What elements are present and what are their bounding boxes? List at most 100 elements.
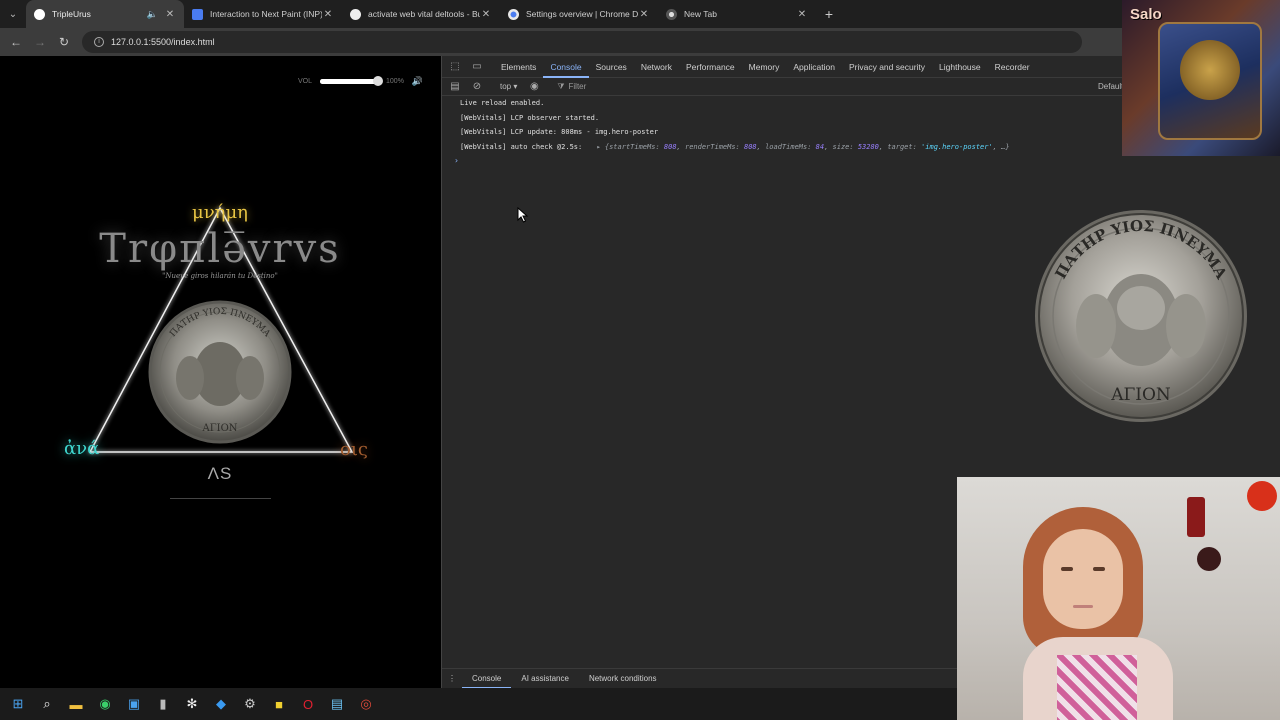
speaker-icon[interactable]: 🔈 [147,9,158,20]
word-ana: ἀνά [64,438,100,459]
console-message: [WebVitals] LCP observer started. [460,113,600,122]
devtools-tab-privacy[interactable]: Privacy and security [842,56,932,78]
object-key: , …} [992,142,1010,151]
eye-icon[interactable]: ◉ [525,81,543,92]
drawer-tab-network-conditions[interactable]: Network conditions [579,669,667,689]
devtools-tab-sources[interactable]: Sources [589,56,634,78]
object-key: , renderTimeMs: [676,142,744,151]
devtools-tab-performance[interactable]: Performance [679,56,742,78]
inspect-element-icon[interactable]: ⬚ [446,61,464,72]
drawer-tab-ai-assistance[interactable]: AI assistance [511,669,579,689]
log-levels-dropdown[interactable]: Default [1098,82,1123,91]
word-ois: οις [340,439,368,460]
sticky-notes-icon[interactable]: ■ [269,694,289,714]
console-message: [WebVitals] auto check @2.5s: ▸ {startTi… [442,140,1122,155]
sidebar-toggle-icon[interactable]: ▤ [446,81,464,92]
tab-search-icon[interactable]: ⌄ [0,0,26,28]
word-mneme: μνήμη [192,202,248,223]
site-title: Trφπlə̅vrvs [99,226,341,272]
windows-taskbar: ⊞ ⌕ ▬ ◉ ▣ ▮ ✻ ◆ ⚙ ■ O ▤ ◎ [0,688,957,720]
address-bar[interactable]: i 127.0.0.1:5500/index.html [82,31,1082,53]
console-prompt[interactable]: › [442,156,1122,165]
device-toolbar-icon[interactable]: ▭ [468,61,486,72]
mouse-cursor-icon [517,207,529,223]
object-key: , loadTimeMs: [756,142,816,151]
close-icon[interactable]: ✕ [638,9,650,20]
devtools-tab-network[interactable]: Network [634,56,679,78]
devtools-tab-application[interactable]: Application [786,56,842,78]
browser-tab-strip: ⌄ TripleUrus 🔈 ✕ Interaction to Next Pai… [0,0,1280,28]
vscode-icon[interactable]: ◆ [211,694,231,714]
webcam-feed [957,477,1280,720]
person-eye [1093,567,1105,571]
console-object-preview[interactable]: ▸ {startTimeMs: 808, renderTimeMs: 808, … [596,143,1009,151]
wall-decoration [1187,497,1205,537]
close-icon[interactable]: ✕ [164,9,176,20]
settings-gear-icon[interactable]: ⚙ [240,694,260,714]
reload-icon[interactable]: ↻ [52,35,76,49]
chrome-icon [666,8,677,20]
url-text: 127.0.0.1:5500/index.html [111,37,215,47]
google-icon [350,8,361,20]
favicon-icon [192,8,203,20]
tab-title: activate web vital deltools - Bu [368,9,480,19]
console-message: Live reload enabled. [460,99,545,107]
whatsapp-icon[interactable]: ◉ [95,694,115,714]
search-icon[interactable]: ⌕ [37,694,57,714]
tab-title: New Tab [684,9,717,19]
coin-bottom-text: ΑΓΙΟΝ [201,423,237,434]
stream-avatar-overlay: Salo [1122,0,1280,156]
divider [170,498,271,499]
site-info-icon[interactable]: i [94,37,104,47]
console-output: Live reload enabled. [WebVitals] LCP obs… [442,96,1122,165]
forward-icon[interactable]: → [28,35,52,49]
coin-overlay-image: ΠΑΤΗΡ ΥΙΟΣ ΠΝΕΥΜΑ ΑΓΙΟΝ [1035,210,1247,422]
terminal-icon[interactable]: ▮ [153,694,173,714]
devtools-tab-lighthouse[interactable]: Lighthouse [932,56,988,78]
tab-new-tab[interactable]: New Tab ✕ [658,0,816,28]
devtools-tab-console[interactable]: Console [543,56,589,78]
person-face [1043,529,1123,629]
back-icon[interactable]: ← [4,35,28,49]
notepad-icon[interactable]: ▤ [327,694,347,714]
chatgpt-icon[interactable]: ✻ [182,694,202,714]
tab-chrome-docs[interactable]: Settings overview | Chrome D ✕ [500,0,658,28]
coin-bottom-text: ΑΓΙΟΝ [1110,385,1171,405]
chrome-icon [508,8,519,20]
chrome-icon[interactable]: ◎ [356,694,376,714]
screen: ⌄ TripleUrus 🔈 ✕ Interaction to Next Pai… [0,0,1280,720]
expand-arrow-icon[interactable]: ▸ [596,143,600,151]
tab-title: Interaction to Next Paint (INP) [210,9,322,19]
tab-inp[interactable]: Interaction to Next Paint (INP) ✕ [184,0,342,28]
page-viewport: VOL 100% 🔊 ΑΓΙΟΝ ΠΑΤΗΡ ΥΙΟΣ ΠΝΕΥΜΑ μνήμη… [0,56,440,688]
console-message: [WebVitals] LCP update: 808ms - img.hero… [460,128,659,136]
drawer-tab-console[interactable]: Console [462,669,512,689]
clear-console-icon[interactable]: ⊘ [468,81,486,92]
object-value: 808 [743,142,757,151]
devtools-tab-memory[interactable]: Memory [742,56,787,78]
object-key: , target: [878,142,922,151]
file-explorer-icon[interactable]: ▬ [66,694,86,714]
more-options-icon[interactable]: ⋮ [442,674,462,683]
object-value: 53280 [857,142,879,151]
logo-monogram: ΛS [207,464,233,483]
tab-tripleurus[interactable]: TripleUrus 🔈 ✕ [26,0,184,28]
favicon-icon [34,8,45,20]
context-selector[interactable]: top ▾ [496,82,521,91]
opera-icon[interactable]: O [298,694,318,714]
windows-start-icon[interactable]: ⊞ [8,694,28,714]
streamer-nick: Salo [1130,6,1162,23]
tab-search-results[interactable]: activate web vital deltools - Bu ✕ [342,0,500,28]
wall-decoration [1247,481,1277,511]
close-icon[interactable]: ✕ [322,9,334,20]
app-window-icon[interactable]: ▣ [124,694,144,714]
devtools-tab-recorder[interactable]: Recorder [988,56,1037,78]
person-mouth [1073,605,1093,608]
close-icon[interactable]: ✕ [796,9,808,20]
triangle-graphic: ΑΓΙΟΝ ΠΑΤΗΡ ΥΙΟΣ ΠΝΕΥΜΑ [88,206,354,453]
object-key: {startTimeMs: [604,142,664,151]
new-tab-button[interactable]: + [816,0,842,28]
devtools-tab-elements[interactable]: Elements [494,56,543,78]
filter-input[interactable]: Filter [569,82,587,91]
close-icon[interactable]: ✕ [480,9,492,20]
